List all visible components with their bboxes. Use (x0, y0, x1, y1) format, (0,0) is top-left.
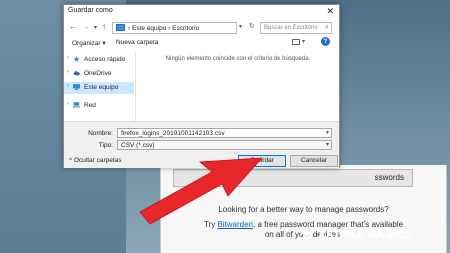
graduation-cap-icon (300, 230, 314, 239)
close-icon[interactable]: ✕ (326, 6, 334, 17)
filename-value: firefox_logins_20191001142103.csv (121, 130, 225, 137)
search-placeholder: Buscar en Escritorio (264, 25, 318, 31)
export-passwords-button[interactable]: sswords (173, 169, 413, 187)
address-bar[interactable]: › Este equipo › Escritorio (112, 22, 237, 34)
star-icon (73, 56, 80, 62)
promo-text-post: , a free password manager that's availab… (253, 220, 404, 229)
help-icon[interactable]: ? (321, 37, 330, 46)
search-input[interactable]: Buscar en Escritorio ⌕ (260, 22, 332, 34)
save-as-dialog: Guardar como ✕ ← → ▾ ↑ › Este equipo › E… (63, 4, 340, 168)
watermark-logo: XATAKA BASICS (318, 229, 413, 241)
toolbar: Organizar ▾ Nueva carpeta ▾ ? (64, 37, 339, 51)
sidebar-item-red[interactable]: › Red (64, 100, 134, 112)
chevron-right-icon[interactable]: › (67, 69, 69, 75)
computer-icon (116, 24, 125, 31)
organize-button[interactable]: Organizar ▾ (72, 39, 106, 47)
pane-divider[interactable] (135, 51, 136, 121)
file-type-label: Tipo: (98, 142, 113, 149)
sidebar-item-label: Acceso rápido (84, 56, 126, 63)
back-arrow-icon[interactable]: ← (69, 22, 77, 31)
sidebar-item-onedrive[interactable]: › OneDrive (64, 68, 134, 80)
refresh-icon[interactable]: ↻ (249, 22, 255, 30)
bitwarden-link[interactable]: Bitwarden (217, 220, 253, 229)
view-options-icon[interactable] (292, 39, 300, 45)
sidebar-item-acceso-rapido[interactable]: › Acceso rápido (64, 54, 134, 66)
chevron-right-icon[interactable]: › (67, 55, 69, 61)
chevron-down-icon[interactable]: ▾ (326, 129, 329, 136)
cancel-button[interactable]: Cancelar (290, 155, 338, 167)
navigation-row: ← → ▾ ↑ › Este equipo › Escritorio ▾ ↻ B… (64, 19, 339, 37)
breadcrumb-separator: › (168, 25, 171, 32)
title-bar: Guardar como ✕ (64, 5, 339, 19)
up-arrow-icon[interactable]: ↑ (102, 22, 106, 31)
save-footer: Nombre: firefox_logins_20191001142103.cs… (64, 121, 339, 168)
empty-folder-message: Ningún elemento coincide con el criterio… (165, 56, 311, 62)
view-dropdown-icon[interactable]: ▾ (302, 38, 305, 45)
new-folder-button[interactable]: Nueva carpeta (116, 39, 158, 46)
breadcrumb-este-equipo[interactable]: Este equipo (132, 25, 166, 32)
sidebar-item-label: Red (84, 102, 96, 109)
hide-folders-label: Ocultar carpetas (73, 157, 122, 164)
file-type-select[interactable]: CSV (*.csv) ▾ (117, 140, 332, 150)
file-type-value: CSV (*.csv) (121, 142, 155, 149)
dialog-title: Guardar como (68, 7, 113, 14)
promo-heading: Looking for a better way to manage passw… (218, 205, 389, 214)
save-button[interactable]: Guardar (238, 155, 286, 167)
sidebar-item-label: Este equipo (84, 84, 119, 91)
cloud-icon (73, 71, 80, 76)
computer-icon (73, 84, 80, 90)
filename-field[interactable]: firefox_logins_20191001142103.csv ▾ (117, 128, 332, 138)
chevron-right-icon[interactable]: › (67, 83, 69, 89)
breadcrumb-escritorio[interactable]: Escritorio (172, 25, 199, 32)
sidebar-item-este-equipo[interactable]: › Este equipo (64, 82, 134, 94)
sidebar-item-label: OneDrive (84, 70, 112, 77)
address-dropdown-icon[interactable]: ▾ (239, 23, 242, 30)
recent-dropdown-icon[interactable]: ▾ (94, 24, 97, 31)
forward-arrow-icon[interactable]: → (82, 22, 90, 31)
filename-label: Nombre: (88, 130, 113, 137)
search-icon: ⌕ (325, 24, 329, 31)
promo-text-pre: Try (203, 220, 218, 229)
chevron-right-icon[interactable]: › (67, 101, 69, 107)
navigation-pane: › Acceso rápido › OneDrive › Este equipo… (64, 51, 134, 119)
network-icon (73, 102, 80, 108)
chevron-down-icon[interactable]: ▾ (326, 141, 329, 148)
breadcrumb-sep-first: › (128, 25, 131, 32)
hide-folders-toggle[interactable]: ^ Ocultar carpetas (69, 157, 122, 164)
